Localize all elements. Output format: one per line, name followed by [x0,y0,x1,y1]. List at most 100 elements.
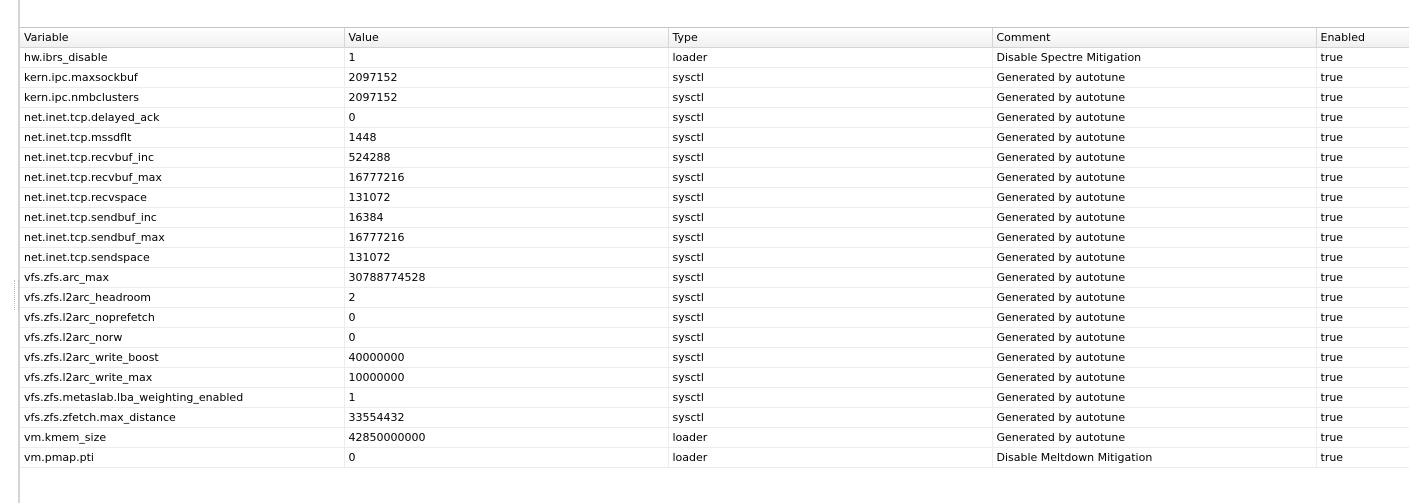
cell-enabled: true [1316,407,1409,428]
cell-value: 2 [344,287,669,308]
cell-enabled: true [1316,347,1409,368]
cell-type: sysctl [668,67,993,88]
tunables-page: Variable Value Type Comment Enabled hw.i… [0,0,1409,503]
table-row[interactable]: net.inet.tcp.delayed_ack 0 sysctl Generated… [20,107,1409,128]
cell-variable: net.inet.tcp.recvbuf_inc [20,147,345,168]
table-row[interactable]: kern.ipc.maxsockbuf 2097152 sysctl Generate… [20,67,1409,88]
cell-value: 0 [344,307,669,328]
cell-enabled: true [1316,67,1409,88]
cell-comment: Generated by autotune [992,67,1317,88]
table-row[interactable]: net.inet.tcp.sendspace 131072 sysctl Genera… [20,247,1409,268]
cell-value: 1448 [344,127,669,148]
cell-variable: kern.ipc.maxsockbuf [20,67,345,88]
cell-value: 30788774528 [344,267,669,288]
cell-value: 1 [344,387,669,408]
table-row[interactable]: vfs.zfs.arc_max 30788774528 sysctl Generate… [20,267,1409,288]
cell-value: 42850000000 [344,427,669,448]
table-row[interactable]: net.inet.tcp.recvbuf_inc 524288 sysctl Gene… [20,147,1409,168]
splitter-grip-icon[interactable] [14,280,19,310]
cell-comment: Generated by autotune [992,287,1317,308]
cell-comment: Generated by autotune [992,127,1317,148]
cell-variable: net.inet.tcp.sendbuf_max [20,227,345,248]
table-row[interactable]: vfs.zfs.l2arc_headroom 2 sysctl Generated b… [20,287,1409,308]
cell-value: 16777216 [344,167,669,188]
column-header-enabled[interactable]: Enabled [1316,28,1409,48]
table-row[interactable]: vfs.zfs.metaslab.lba_weighting_enabled 1 s… [20,387,1409,408]
cell-comment: Generated by autotune [992,167,1317,188]
cell-enabled: true [1316,327,1409,348]
cell-variable: vfs.zfs.l2arc_norw [20,327,345,348]
table-row[interactable]: net.inet.tcp.recvbuf_max 16777216 sysctl Ge… [20,167,1409,188]
cell-variable: vfs.zfs.l2arc_write_boost [20,347,345,368]
column-header-type[interactable]: Type [668,28,993,48]
cell-comment: Disable Spectre Mitigation [992,47,1317,68]
cell-type: sysctl [668,367,993,388]
table-row[interactable]: vfs.zfs.l2arc_norw 0 sysctl Generated by au… [20,327,1409,348]
table-row[interactable]: vfs.zfs.l2arc_write_boost 40000000 sysctl G… [20,347,1409,368]
cell-enabled: true [1316,247,1409,268]
cell-variable: vfs.zfs.zfetch.max_distance [20,407,345,428]
table-row[interactable]: net.inet.tcp.mssdflt 1448 sysctl Generated … [20,127,1409,148]
cell-value: 33554432 [344,407,669,428]
column-header-variable[interactable]: Variable [20,28,345,48]
cell-type: sysctl [668,127,993,148]
cell-variable: vm.pmap.pti [20,447,345,468]
table-row[interactable]: hw.ibrs_disable 1 loader Disable Spectre Mi… [20,47,1409,68]
cell-type: sysctl [668,187,993,208]
column-header-value[interactable]: Value [344,28,669,48]
cell-variable: net.inet.tcp.mssdflt [20,127,345,148]
cell-comment: Generated by autotune [992,327,1317,348]
cell-comment: Generated by autotune [992,187,1317,208]
cell-comment: Generated by autotune [992,307,1317,328]
cell-comment: Generated by autotune [992,227,1317,248]
table-header-row: Variable Value Type Comment Enabled [20,28,1409,48]
table-row[interactable]: net.inet.tcp.recvspace 131072 sysctl Genera… [20,187,1409,208]
table-row[interactable]: vfs.zfs.l2arc_noprefetch 0 sysctl Generated… [20,307,1409,328]
cell-enabled: true [1316,107,1409,128]
cell-variable: net.inet.tcp.recvbuf_max [20,167,345,188]
cell-variable: vfs.zfs.l2arc_write_max [20,367,345,388]
table-row[interactable]: vfs.zfs.zfetch.max_distance 33554432 sysct… [20,407,1409,428]
table-row[interactable]: vm.kmem_size 42850000000 loader Generated b… [20,427,1409,448]
column-header-comment[interactable]: Comment [992,28,1317,48]
cell-type: sysctl [668,247,993,268]
cell-type: sysctl [668,107,993,128]
cell-enabled: true [1316,127,1409,148]
cell-enabled: true [1316,147,1409,168]
cell-variable: vfs.zfs.arc_max [20,267,345,288]
cell-variable: net.inet.tcp.delayed_ack [20,107,345,128]
cell-comment: Generated by autotune [992,427,1317,448]
cell-type: loader [668,47,993,68]
table-row[interactable]: net.inet.tcp.sendbuf_inc 16384 sysctl Gener… [20,207,1409,228]
left-panel-edge [0,0,18,503]
cell-variable: vm.kmem_size [20,427,345,448]
table-row[interactable]: vfs.zfs.l2arc_write_max 10000000 sysctl Gen… [20,367,1409,388]
cell-value: 16777216 [344,227,669,248]
cell-comment: Generated by autotune [992,147,1317,168]
cell-variable: net.inet.tcp.recvspace [20,187,345,208]
cell-value: 524288 [344,147,669,168]
cell-value: 131072 [344,247,669,268]
cell-value: 40000000 [344,347,669,368]
cell-type: sysctl [668,347,993,368]
cell-enabled: true [1316,47,1409,68]
cell-variable: vfs.zfs.metaslab.lba_weighting_enabled [20,387,345,408]
cell-variable: vfs.zfs.l2arc_headroom [20,287,345,308]
cell-value: 0 [344,107,669,128]
table-row[interactable]: net.inet.tcp.sendbuf_max 16777216 sysctl Ge… [20,227,1409,248]
cell-enabled: true [1316,307,1409,328]
cell-value: 131072 [344,187,669,208]
table-row[interactable]: vm.pmap.pti 0 loader Disable Meltdown Mitig… [20,447,1409,468]
cell-enabled: true [1316,427,1409,448]
tunables-table: Variable Value Type Comment Enabled hw.i… [20,28,1409,468]
cell-value: 10000000 [344,367,669,388]
cell-type: sysctl [668,147,993,168]
cell-enabled: true [1316,87,1409,108]
cell-type: sysctl [668,327,993,348]
cell-type: loader [668,447,993,468]
tunables-grid: Variable Value Type Comment Enabled hw.i… [20,27,1409,503]
cell-comment: Generated by autotune [992,107,1317,128]
cell-comment: Generated by autotune [992,367,1317,388]
cell-type: sysctl [668,407,993,428]
table-row[interactable]: kern.ipc.nmbclusters 2097152 sysctl Generat… [20,87,1409,108]
